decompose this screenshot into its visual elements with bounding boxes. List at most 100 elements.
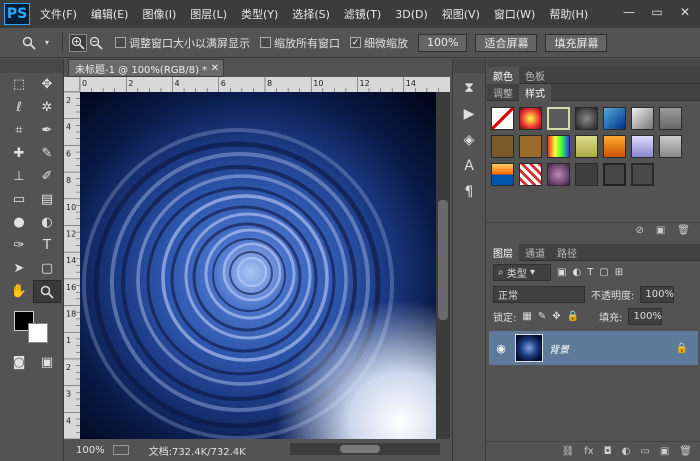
ruler-origin[interactable] xyxy=(64,77,80,92)
menu-file[interactable]: 文件(F) xyxy=(40,6,77,22)
style-swatch[interactable] xyxy=(603,135,626,158)
layer-name[interactable]: 背景 xyxy=(549,341,569,356)
tab-paths[interactable]: 路径 xyxy=(551,244,583,261)
type-filter-icon[interactable]: T xyxy=(587,267,593,278)
zoom-level[interactable]: 100% xyxy=(76,445,105,456)
style-swatch[interactable] xyxy=(659,135,682,158)
style-swatch[interactable] xyxy=(631,135,654,158)
layer-row[interactable]: ◉ 背景 🔒 xyxy=(489,331,698,365)
chevron-down-icon[interactable]: ▾ xyxy=(38,34,56,52)
minimize-button[interactable]: — xyxy=(620,4,638,20)
menu-select[interactable]: 选择(S) xyxy=(292,6,330,22)
paragraph-panel-icon[interactable]: ¶ xyxy=(457,181,481,203)
fill-screen-button[interactable]: 填充屏幕 xyxy=(545,33,608,52)
style-swatch[interactable] xyxy=(659,107,682,130)
history-brush-tool-icon[interactable]: ✐ xyxy=(33,165,61,188)
style-swatch[interactable] xyxy=(491,163,514,186)
crop-tool-icon[interactable]: ⌗ xyxy=(5,119,33,142)
delete-style-icon[interactable]: 🗑 xyxy=(677,225,690,236)
checkbox-checked-icon[interactable]: ✓ xyxy=(350,37,361,48)
new-layer-icon[interactable]: ▣ xyxy=(660,446,669,457)
blend-mode-select[interactable]: 正常 xyxy=(493,285,585,303)
style-swatch[interactable] xyxy=(603,163,626,186)
tab-styles[interactable]: 样式 xyxy=(519,84,551,101)
close-tab-icon[interactable]: ✕ xyxy=(211,63,219,74)
export-icon[interactable] xyxy=(112,445,129,455)
style-swatch[interactable] xyxy=(519,163,542,186)
menu-filter[interactable]: 滤镜(T) xyxy=(344,6,381,22)
zoom-100-button[interactable]: 100% xyxy=(418,33,468,52)
tab-swatches[interactable]: 色板 xyxy=(519,67,551,84)
style-swatch[interactable] xyxy=(547,163,570,186)
checkbox-unchecked[interactable] xyxy=(115,37,126,48)
layer-filter-select[interactable]: ⌕ 类型 ▾ xyxy=(493,263,551,281)
close-button[interactable]: ✕ xyxy=(676,4,694,20)
style-swatch[interactable] xyxy=(603,107,626,130)
new-style-icon[interactable]: ▣ xyxy=(656,225,665,236)
healing-brush-tool-icon[interactable]: ✚ xyxy=(5,142,33,165)
zoom-all-windows-checkbox[interactable]: 缩放所有窗口 xyxy=(260,35,340,51)
shape-tool-icon[interactable]: ▢ xyxy=(33,257,61,280)
layer-thumbnail[interactable] xyxy=(515,334,543,362)
tab-color[interactable]: 颜色 xyxy=(487,67,519,84)
delete-layer-icon[interactable]: 🗑 xyxy=(679,446,692,457)
blur-tool-icon[interactable]: ● xyxy=(5,211,33,234)
toolbox-grip[interactable] xyxy=(0,59,63,73)
fit-screen-button[interactable]: 适合屏幕 xyxy=(475,33,538,52)
shape-filter-icon[interactable]: ▢ xyxy=(599,267,608,278)
eyedropper-tool-icon[interactable]: ✒ xyxy=(33,119,61,142)
style-swatch[interactable] xyxy=(575,163,598,186)
restore-button[interactable]: ▭ xyxy=(648,4,666,20)
3d-panel-icon[interactable]: ◈ xyxy=(457,129,481,151)
add-mask-icon[interactable]: ◘ xyxy=(604,446,612,457)
dodge-tool-icon[interactable]: ◐ xyxy=(33,211,61,234)
menu-image[interactable]: 图像(I) xyxy=(142,6,176,22)
marquee-tool-icon[interactable]: ⬚ xyxy=(5,73,33,96)
lock-image-icon[interactable]: ✎ xyxy=(538,311,546,322)
fill-input[interactable]: 100% xyxy=(628,307,663,325)
tab-adjustments[interactable]: 调整 xyxy=(487,84,519,101)
checkbox-unchecked[interactable] xyxy=(260,37,271,48)
style-swatch[interactable] xyxy=(575,107,598,130)
fx-icon[interactable]: fx xyxy=(584,446,593,457)
style-swatch[interactable] xyxy=(491,107,514,130)
lasso-tool-icon[interactable]: ℓ xyxy=(5,96,33,119)
eraser-tool-icon[interactable]: ▭ xyxy=(5,188,33,211)
zoom-out-icon[interactable] xyxy=(87,34,105,52)
link-layers-icon[interactable]: ⛓ xyxy=(562,446,575,457)
zoom-tool-icon[interactable] xyxy=(20,34,38,52)
style-swatch[interactable] xyxy=(519,135,542,158)
style-swatch[interactable] xyxy=(631,107,654,130)
path-selection-tool-icon[interactable]: ➤ xyxy=(5,257,33,280)
menu-edit[interactable]: 编辑(E) xyxy=(91,6,129,22)
pen-tool-icon[interactable]: ✑ xyxy=(5,234,33,257)
quick-mask-icon[interactable]: ◙ xyxy=(5,351,33,374)
clone-stamp-tool-icon[interactable]: ⊥ xyxy=(5,165,33,188)
character-panel-icon[interactable]: A xyxy=(457,155,481,177)
eye-icon[interactable]: ◉ xyxy=(493,342,509,355)
resize-windows-checkbox[interactable]: 调整窗口大小以满屏显示 xyxy=(115,35,250,51)
lock-all-icon[interactable]: 🔒 xyxy=(567,311,579,322)
clear-style-icon[interactable]: ⊘ xyxy=(635,225,643,236)
history-panel-icon[interactable]: ⧗ xyxy=(457,77,481,99)
vertical-ruler[interactable]: 2 4 6 8 10 12 14 16 18 1 2 3 4 xyxy=(64,91,80,440)
document-tab[interactable]: 未标题-1 @ 100%(RGB/8) * ✕ xyxy=(68,59,224,77)
adjustment-filter-icon[interactable]: ◐ xyxy=(572,267,581,278)
menu-view[interactable]: 视图(V) xyxy=(442,6,480,22)
lock-position-icon[interactable]: ✥ xyxy=(552,311,560,322)
style-swatch[interactable] xyxy=(631,163,654,186)
tab-channels[interactable]: 通道 xyxy=(519,244,551,261)
style-swatch[interactable] xyxy=(519,107,542,130)
horizontal-scroll-thumb[interactable] xyxy=(340,445,380,453)
move-tool-icon[interactable]: ✥ xyxy=(33,73,61,96)
brush-tool-icon[interactable]: ✎ xyxy=(33,142,61,165)
smart-object-filter-icon[interactable]: ⊞ xyxy=(615,267,623,278)
pixel-filter-icon[interactable]: ▣ xyxy=(557,267,566,278)
zoom-in-icon[interactable] xyxy=(69,33,87,52)
scrubby-zoom-checkbox[interactable]: ✓ 细微缩放 xyxy=(350,35,408,51)
magic-wand-tool-icon[interactable]: ✲ xyxy=(33,96,61,119)
image-canvas[interactable] xyxy=(80,92,436,439)
tab-layers[interactable]: 图层 xyxy=(487,244,519,261)
vertical-scroll-thumb[interactable] xyxy=(438,200,448,320)
menu-help[interactable]: 帮助(H) xyxy=(549,6,588,22)
